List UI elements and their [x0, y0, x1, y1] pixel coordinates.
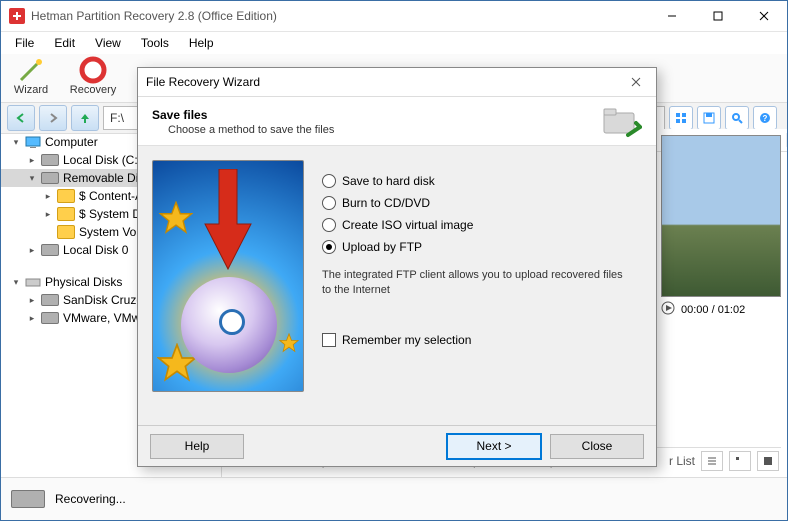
titlebar: Hetman Partition Recovery 2.8 (Office Ed… [1, 1, 787, 32]
disk-icon [11, 490, 45, 508]
folder-icon [602, 105, 642, 139]
wizard-subheading: Choose a method to save the files [168, 124, 602, 136]
window-title: Hetman Partition Recovery 2.8 (Office Ed… [31, 9, 649, 23]
close-button[interactable] [741, 1, 787, 31]
nav-back-button[interactable] [7, 105, 35, 131]
preview-image [661, 135, 781, 297]
save-options: Save to hard disk Burn to CD/DVD Create … [322, 160, 642, 392]
menu-edit[interactable]: Edit [46, 34, 83, 52]
option-create-iso[interactable]: Create ISO virtual image [322, 218, 642, 232]
wizard-close-footer-button[interactable]: Close [550, 434, 644, 459]
menu-file[interactable]: File [7, 34, 42, 52]
maximize-button[interactable] [695, 1, 741, 31]
menu-view[interactable]: View [87, 34, 129, 52]
option-hard-disk[interactable]: Save to hard disk [322, 174, 642, 188]
zoom-in-button[interactable] [757, 451, 779, 471]
wizard-title: File Recovery Wizard [146, 75, 624, 89]
app-window: Hetman Partition Recovery 2.8 (Office Ed… [0, 0, 788, 521]
menu-help[interactable]: Help [181, 34, 222, 52]
option-description: The integrated FTP client allows you to … [322, 268, 642, 299]
play-icon[interactable] [661, 301, 675, 318]
wizard-help-button[interactable]: Help [150, 434, 244, 459]
app-icon [9, 8, 25, 24]
lifebuoy-icon [79, 56, 107, 84]
save-view-button[interactable] [697, 106, 721, 130]
file-recovery-wizard: File Recovery Wizard Save files Choose a… [137, 67, 657, 467]
wand-icon [17, 56, 45, 84]
wizard-heading: Save files [152, 108, 602, 122]
statusbar: Recovering... [1, 477, 787, 520]
wizard-image [152, 160, 304, 392]
wizard-close-button[interactable] [624, 72, 648, 92]
minimize-button[interactable] [649, 1, 695, 31]
remember-selection[interactable]: Remember my selection [322, 333, 642, 347]
recovery-button[interactable]: Recovery [67, 56, 119, 96]
nav-forward-button[interactable] [39, 105, 67, 131]
preview-pane: 00:00 / 01:02 [661, 135, 779, 318]
status-text: Recovering... [55, 492, 126, 506]
zoom-out-button[interactable] [729, 451, 751, 471]
search-button[interactable] [725, 106, 749, 130]
view-controls: r List [663, 448, 779, 474]
view-tiles-button[interactable] [669, 106, 693, 130]
nav-up-button[interactable] [71, 105, 99, 131]
svg-text:?: ? [763, 114, 768, 123]
wizard-next-button[interactable]: Next > [446, 433, 542, 460]
option-upload-ftp[interactable]: Upload by FTP [322, 240, 642, 254]
help-button[interactable]: ? [753, 106, 777, 130]
view-list-button[interactable] [701, 451, 723, 471]
wizard-button[interactable]: Wizard [5, 56, 57, 96]
preview-time: 00:00 / 01:02 [681, 304, 745, 316]
menubar: File Edit View Tools Help [1, 32, 787, 54]
menu-tools[interactable]: Tools [133, 34, 177, 52]
option-burn-cd[interactable]: Burn to CD/DVD [322, 196, 642, 210]
